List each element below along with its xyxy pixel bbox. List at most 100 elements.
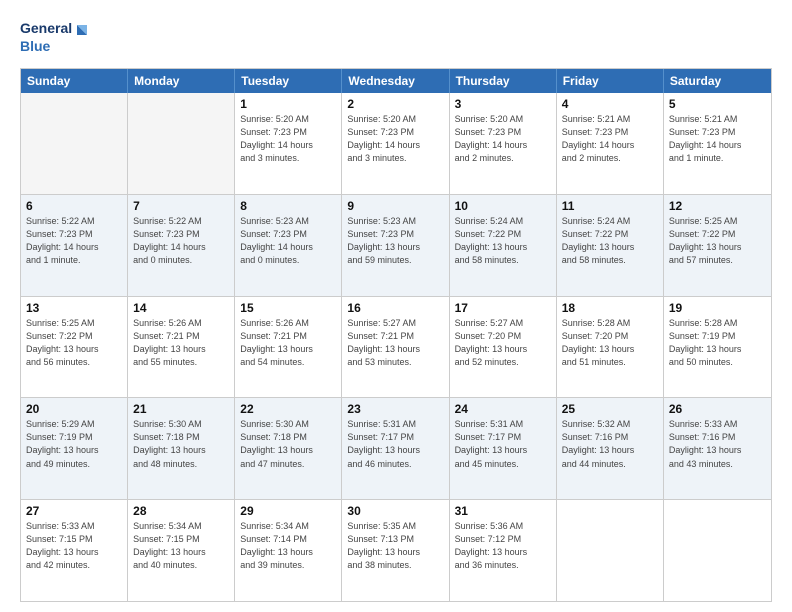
day-number-10: 10 — [455, 199, 551, 213]
day-number-9: 9 — [347, 199, 443, 213]
logo-svg: General Blue — [20, 15, 90, 60]
day-number-12: 12 — [669, 199, 766, 213]
calendar: SundayMondayTuesdayWednesdayThursdayFrid… — [20, 68, 772, 602]
calendar-row-1: 6Sunrise: 5:22 AM Sunset: 7:23 PM Daylig… — [21, 195, 771, 297]
calendar-cell-day-10: 10 Sunrise: 5:24 AM Sunset: 7:22 PM Dayli… — [450, 195, 557, 296]
calendar-cell-day-24: 24 Sunrise: 5:31 AM Sunset: 7:17 PM Dayli… — [450, 398, 557, 499]
day-number-13: 13 — [26, 301, 122, 315]
day-info-25: Sunrise: 5:32 AM Sunset: 7:16 PM Dayligh… — [562, 418, 658, 470]
header-day-saturday: Saturday — [664, 69, 771, 93]
day-number-30: 30 — [347, 504, 443, 518]
page: General Blue SundayMondayTuesdayWednesda… — [0, 0, 792, 612]
day-number-20: 20 — [26, 402, 122, 416]
day-info-10: Sunrise: 5:24 AM Sunset: 7:22 PM Dayligh… — [455, 215, 551, 267]
calendar-cell-day-13: 13Sunrise: 5:25 AM Sunset: 7:22 PM Dayli… — [21, 297, 128, 398]
day-info-17: Sunrise: 5:27 AM Sunset: 7:20 PM Dayligh… — [455, 317, 551, 369]
day-number-26: 26 — [669, 402, 766, 416]
calendar-body: 1 Sunrise: 5:20 AM Sunset: 7:23 PM Daylig… — [21, 93, 771, 601]
day-info-9: Sunrise: 5:23 AM Sunset: 7:23 PM Dayligh… — [347, 215, 443, 267]
day-number-15: 15 — [240, 301, 336, 315]
day-info-8: Sunrise: 5:23 AM Sunset: 7:23 PM Dayligh… — [240, 215, 336, 267]
calendar-cell-empty — [128, 93, 235, 194]
calendar-cell-day-17: 17 Sunrise: 5:27 AM Sunset: 7:20 PM Dayli… — [450, 297, 557, 398]
day-number-29: 29 — [240, 504, 336, 518]
calendar-cell-day-16: 16 Sunrise: 5:27 AM Sunset: 7:21 PM Dayli… — [342, 297, 449, 398]
calendar-cell-day-31: 31 Sunrise: 5:36 AM Sunset: 7:12 PM Dayli… — [450, 500, 557, 601]
calendar-cell-empty — [664, 500, 771, 601]
header-day-sunday: Sunday — [21, 69, 128, 93]
calendar-cell-day-20: 20Sunrise: 5:29 AM Sunset: 7:19 PM Dayli… — [21, 398, 128, 499]
header-day-thursday: Thursday — [450, 69, 557, 93]
calendar-cell-day-9: 9 Sunrise: 5:23 AM Sunset: 7:23 PM Daylig… — [342, 195, 449, 296]
day-info-27: Sunrise: 5:33 AM Sunset: 7:15 PM Dayligh… — [26, 520, 122, 572]
header-day-friday: Friday — [557, 69, 664, 93]
day-number-24: 24 — [455, 402, 551, 416]
calendar-cell-day-25: 25 Sunrise: 5:32 AM Sunset: 7:16 PM Dayli… — [557, 398, 664, 499]
calendar-cell-day-22: 22Sunrise: 5:30 AM Sunset: 7:18 PM Dayli… — [235, 398, 342, 499]
calendar-cell-day-7: 7 Sunrise: 5:22 AM Sunset: 7:23 PM Daylig… — [128, 195, 235, 296]
day-info-4: Sunrise: 5:21 AM Sunset: 7:23 PM Dayligh… — [562, 113, 658, 165]
calendar-cell-day-18: 18 Sunrise: 5:28 AM Sunset: 7:20 PM Dayli… — [557, 297, 664, 398]
calendar-cell-day-28: 28 Sunrise: 5:34 AM Sunset: 7:15 PM Dayli… — [128, 500, 235, 601]
calendar-cell-day-14: 14 Sunrise: 5:26 AM Sunset: 7:21 PM Dayli… — [128, 297, 235, 398]
day-info-24: Sunrise: 5:31 AM Sunset: 7:17 PM Dayligh… — [455, 418, 551, 470]
calendar-cell-day-4: 4 Sunrise: 5:21 AM Sunset: 7:23 PM Daylig… — [557, 93, 664, 194]
calendar-cell-day-23: 23Sunrise: 5:31 AM Sunset: 7:17 PM Dayli… — [342, 398, 449, 499]
day-number-1: 1 — [240, 97, 336, 111]
calendar-cell-day-5: 5Sunrise: 5:21 AM Sunset: 7:23 PM Daylig… — [664, 93, 771, 194]
calendar-cell-day-30: 30Sunrise: 5:35 AM Sunset: 7:13 PM Dayli… — [342, 500, 449, 601]
day-number-11: 11 — [562, 199, 658, 213]
day-info-3: Sunrise: 5:20 AM Sunset: 7:23 PM Dayligh… — [455, 113, 551, 165]
calendar-cell-day-6: 6Sunrise: 5:22 AM Sunset: 7:23 PM Daylig… — [21, 195, 128, 296]
day-number-2: 2 — [347, 97, 443, 111]
calendar-cell-day-11: 11 Sunrise: 5:24 AM Sunset: 7:22 PM Dayli… — [557, 195, 664, 296]
day-info-7: Sunrise: 5:22 AM Sunset: 7:23 PM Dayligh… — [133, 215, 229, 267]
calendar-cell-day-29: 29 Sunrise: 5:34 AM Sunset: 7:14 PM Dayli… — [235, 500, 342, 601]
day-number-16: 16 — [347, 301, 443, 315]
calendar-cell-day-15: 15 Sunrise: 5:26 AM Sunset: 7:21 PM Dayli… — [235, 297, 342, 398]
day-number-25: 25 — [562, 402, 658, 416]
calendar-row-4: 27 Sunrise: 5:33 AM Sunset: 7:15 PM Dayli… — [21, 500, 771, 601]
day-number-19: 19 — [669, 301, 766, 315]
day-number-8: 8 — [240, 199, 336, 213]
day-info-21: Sunrise: 5:30 AM Sunset: 7:18 PM Dayligh… — [133, 418, 229, 470]
day-info-31: Sunrise: 5:36 AM Sunset: 7:12 PM Dayligh… — [455, 520, 551, 572]
header: General Blue — [20, 15, 772, 60]
svg-text:Blue: Blue — [20, 38, 51, 54]
calendar-cell-day-8: 8 Sunrise: 5:23 AM Sunset: 7:23 PM Daylig… — [235, 195, 342, 296]
calendar-cell-day-19: 19 Sunrise: 5:28 AM Sunset: 7:19 PM Dayli… — [664, 297, 771, 398]
day-info-11: Sunrise: 5:24 AM Sunset: 7:22 PM Dayligh… — [562, 215, 658, 267]
day-number-3: 3 — [455, 97, 551, 111]
calendar-cell-day-21: 21 Sunrise: 5:30 AM Sunset: 7:18 PM Dayli… — [128, 398, 235, 499]
calendar-cell-empty — [557, 500, 664, 601]
day-info-5: Sunrise: 5:21 AM Sunset: 7:23 PM Dayligh… — [669, 113, 766, 165]
calendar-header: SundayMondayTuesdayWednesdayThursdayFrid… — [21, 69, 771, 93]
day-number-23: 23 — [347, 402, 443, 416]
logo: General Blue — [20, 15, 90, 60]
calendar-row-0: 1 Sunrise: 5:20 AM Sunset: 7:23 PM Daylig… — [21, 93, 771, 195]
day-number-17: 17 — [455, 301, 551, 315]
day-number-27: 27 — [26, 504, 122, 518]
day-number-18: 18 — [562, 301, 658, 315]
day-info-15: Sunrise: 5:26 AM Sunset: 7:21 PM Dayligh… — [240, 317, 336, 369]
day-info-16: Sunrise: 5:27 AM Sunset: 7:21 PM Dayligh… — [347, 317, 443, 369]
day-number-21: 21 — [133, 402, 229, 416]
day-number-4: 4 — [562, 97, 658, 111]
day-info-28: Sunrise: 5:34 AM Sunset: 7:15 PM Dayligh… — [133, 520, 229, 572]
day-info-14: Sunrise: 5:26 AM Sunset: 7:21 PM Dayligh… — [133, 317, 229, 369]
day-info-12: Sunrise: 5:25 AM Sunset: 7:22 PM Dayligh… — [669, 215, 766, 267]
calendar-cell-day-2: 2Sunrise: 5:20 AM Sunset: 7:23 PM Daylig… — [342, 93, 449, 194]
day-number-7: 7 — [133, 199, 229, 213]
day-info-22: Sunrise: 5:30 AM Sunset: 7:18 PM Dayligh… — [240, 418, 336, 470]
calendar-cell-day-1: 1Sunrise: 5:20 AM Sunset: 7:23 PM Daylig… — [235, 93, 342, 194]
day-info-18: Sunrise: 5:28 AM Sunset: 7:20 PM Dayligh… — [562, 317, 658, 369]
calendar-cell-day-26: 26Sunrise: 5:33 AM Sunset: 7:16 PM Dayli… — [664, 398, 771, 499]
header-day-wednesday: Wednesday — [342, 69, 449, 93]
calendar-cell-empty — [21, 93, 128, 194]
day-info-19: Sunrise: 5:28 AM Sunset: 7:19 PM Dayligh… — [669, 317, 766, 369]
day-number-31: 31 — [455, 504, 551, 518]
day-number-28: 28 — [133, 504, 229, 518]
day-number-14: 14 — [133, 301, 229, 315]
header-day-tuesday: Tuesday — [235, 69, 342, 93]
day-info-29: Sunrise: 5:34 AM Sunset: 7:14 PM Dayligh… — [240, 520, 336, 572]
